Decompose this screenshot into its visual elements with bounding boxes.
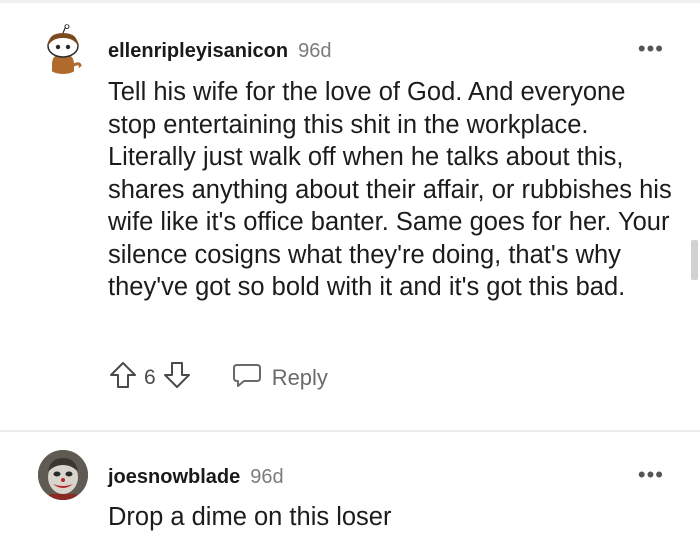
reply-label: Reply (271, 364, 328, 390)
more-options-icon[interactable]: ••• (638, 464, 664, 486)
username[interactable]: ellenripleyisanicon (108, 40, 288, 63)
clown-avatar-icon (38, 450, 88, 500)
vote-count: 6 (144, 365, 156, 389)
scrollbar[interactable] (691, 240, 698, 280)
more-options-icon[interactable]: ••• (638, 38, 664, 60)
comment-divider (0, 430, 700, 432)
comment-body: Tell his wife for the love of God. And e… (108, 78, 672, 301)
comment-actions: 6 Reply (108, 360, 328, 395)
user-avatar[interactable] (38, 24, 88, 74)
comment-meta: joesnowblade 96d (108, 466, 284, 489)
username[interactable]: joesnowblade (108, 466, 240, 489)
reply-button[interactable]: Reply (232, 361, 328, 395)
comment-age: 96d (298, 40, 332, 62)
top-divider (0, 0, 700, 3)
comment-body: Drop a dime on this loser (108, 503, 392, 531)
snoo-avatar-icon (38, 24, 88, 74)
reply-icon (232, 361, 262, 395)
downvote-icon[interactable] (162, 360, 192, 395)
upvote-icon[interactable] (108, 360, 138, 395)
user-avatar[interactable] (38, 450, 88, 500)
comment-age: 96d (250, 466, 284, 488)
comment-meta: ellenripleyisanicon 96d (108, 40, 331, 63)
